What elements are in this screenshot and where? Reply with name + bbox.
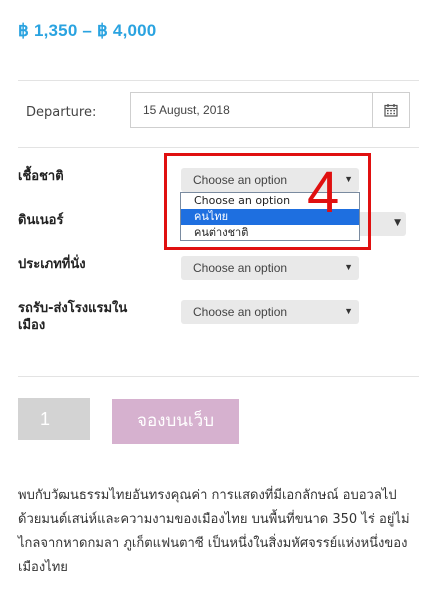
departure-date-input[interactable]: 15 August, 2018	[130, 92, 373, 128]
chevron-down-icon: ▼	[344, 262, 353, 272]
quantity-input[interactable]: 1	[18, 398, 90, 440]
calendar-icon	[384, 104, 398, 117]
book-online-button[interactable]: จองบนเว็บ	[112, 399, 239, 444]
seat-type-select[interactable]: Choose an option ▼	[181, 256, 359, 280]
transfer-select-value: Choose an option	[193, 305, 288, 319]
divider	[18, 80, 419, 81]
annotation-number: 4	[307, 160, 340, 225]
annotation-highlight-box	[164, 153, 371, 250]
chevron-down-icon: ▼	[394, 218, 401, 228]
divider	[18, 376, 419, 377]
calendar-button[interactable]	[372, 92, 410, 128]
tour-description: พบกับวัฒนธรรมไทยอันทรงคุณค่า การแสดงที่ม…	[18, 488, 410, 575]
seat-type-label: ประเภทที่นั่ง	[18, 257, 86, 272]
transfer-select[interactable]: Choose an option ▼	[181, 300, 359, 324]
chevron-down-icon: ▼	[344, 306, 353, 316]
nationality-label: เชื้อชาติ	[18, 169, 64, 184]
seat-type-select-value: Choose an option	[193, 261, 288, 275]
transfer-label: รถรับ-ส่งโรงแรมใน เมือง	[18, 301, 128, 333]
divider	[18, 147, 419, 148]
dinner-label: ดินเนอร์	[18, 213, 64, 228]
departure-label: Departure:	[26, 105, 97, 120]
price-range: ฿ 1,350 – ฿ 4,000	[18, 21, 157, 40]
